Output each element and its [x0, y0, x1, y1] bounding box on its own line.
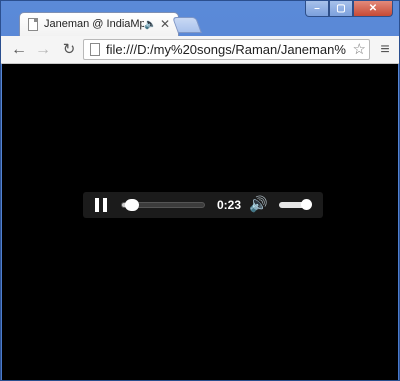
maximize-button[interactable]: ▢ [329, 1, 353, 17]
document-icon [28, 18, 38, 31]
address-bar[interactable]: file:///D:/my%20songs/Raman/Janeman% ☆ [83, 39, 370, 60]
page-icon [90, 43, 100, 56]
menu-icon[interactable]: ≡ [378, 41, 392, 59]
audio-controls: 0:23 🔊 [83, 192, 323, 218]
tab-close-icon[interactable]: ✕ [160, 17, 170, 31]
minimize-button[interactable]: – [305, 1, 329, 17]
seek-slider[interactable] [121, 199, 205, 211]
new-tab-button[interactable] [172, 17, 202, 33]
window-controls: – ▢ ✕ [305, 1, 393, 19]
reload-button[interactable]: ↻ [59, 40, 79, 60]
volume-icon[interactable]: 🔊 [249, 195, 268, 213]
pause-bar [95, 198, 99, 212]
star-icon[interactable]: ☆ [353, 40, 366, 58]
browser-window: Janeman @ IndiaMp3.C 🔈 ✕ – ▢ ✕ ← → ↻ fil… [0, 0, 400, 381]
volume-thumb[interactable] [301, 199, 312, 210]
volume-slider[interactable] [279, 199, 312, 210]
tab-title: Janeman @ IndiaMp3.C [44, 18, 144, 30]
back-button[interactable]: ← [9, 40, 29, 60]
seek-thumb[interactable] [124, 199, 139, 211]
pause-bar [103, 198, 107, 212]
tab-strip: Janeman @ IndiaMp3.C 🔈 ✕ – ▢ ✕ [1, 1, 399, 37]
forward-button[interactable]: → [33, 40, 53, 60]
toolbar: ← → ↻ file:///D:/my%20songs/Raman/Janema… [1, 36, 399, 64]
pause-button[interactable] [95, 198, 107, 212]
current-time: 0:23 [217, 198, 242, 212]
page-content: 0:23 🔊 [2, 64, 398, 380]
close-button[interactable]: ✕ [353, 1, 393, 17]
speaker-icon: 🔈 [144, 19, 157, 30]
tab-janeman[interactable]: Janeman @ IndiaMp3.C 🔈 ✕ [19, 12, 179, 36]
url-text[interactable]: file:///D:/my%20songs/Raman/Janeman% [106, 41, 346, 59]
